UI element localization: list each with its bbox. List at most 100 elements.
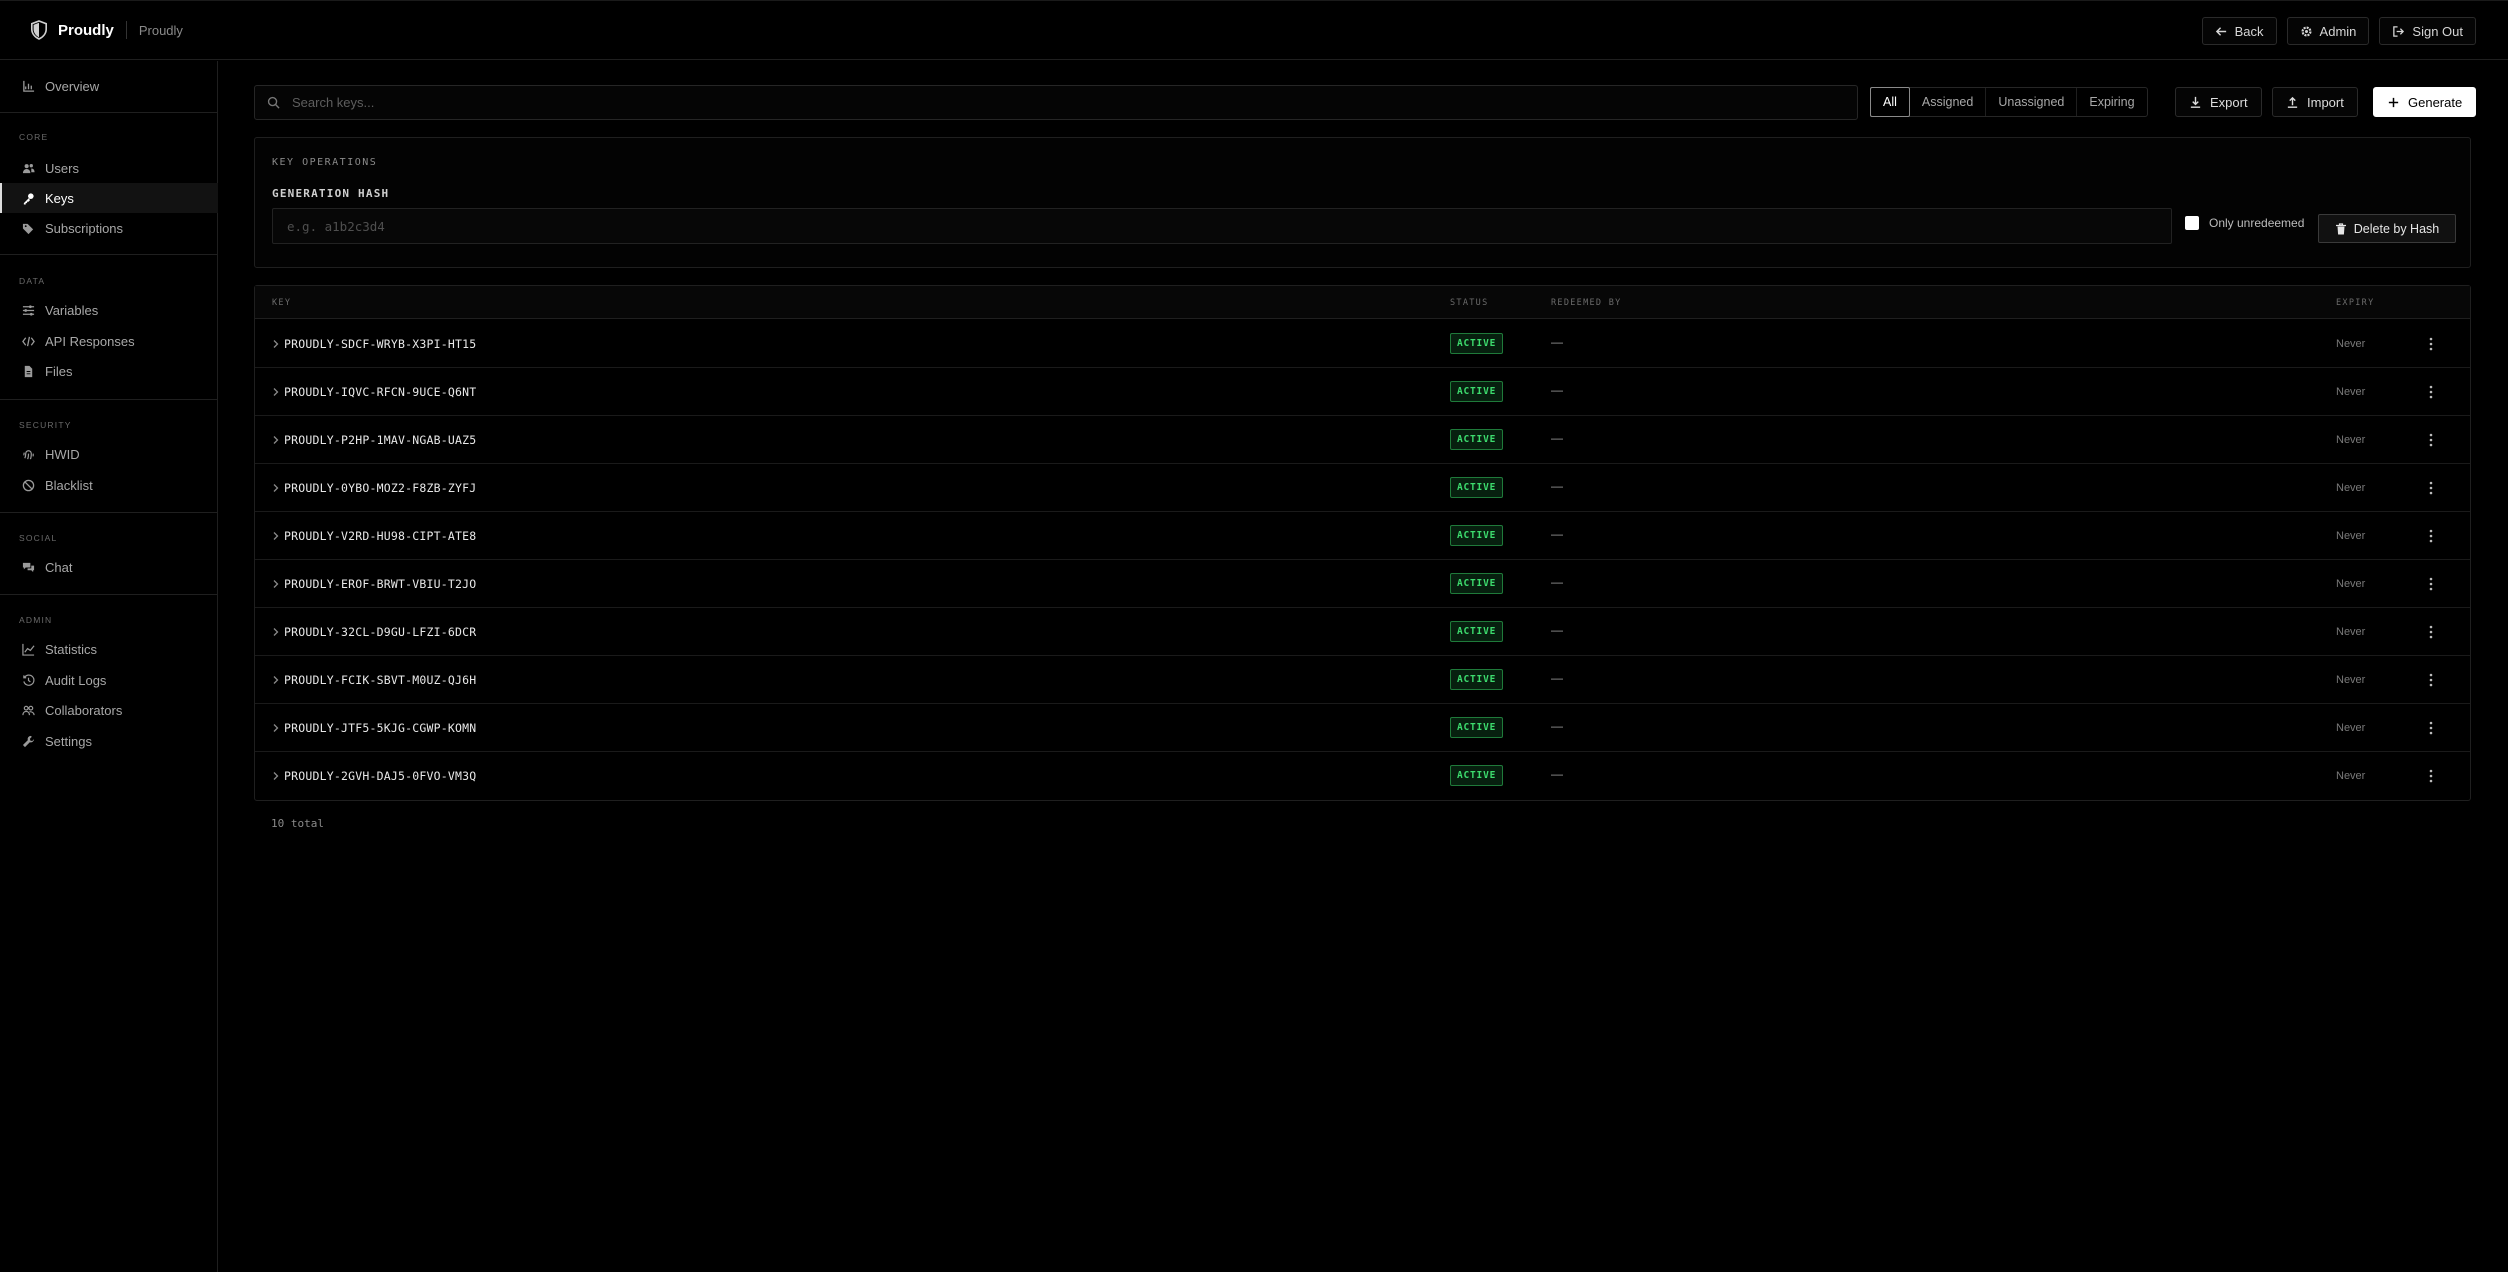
sign-out-icon xyxy=(2393,25,2405,37)
brand[interactable]: Proudly Proudly xyxy=(30,20,183,40)
table-row[interactable]: PROUDLY-FCIK-SBVT-M0UZ-QJ6H ACTIVE — Never xyxy=(255,656,2470,704)
sidebar-group-data: DATA xyxy=(19,276,46,286)
more-options-icon[interactable] xyxy=(2426,672,2436,688)
key-value[interactable]: PROUDLY-2GVH-DAJ5-0FVO-VM3Q xyxy=(284,769,476,783)
table-row[interactable]: PROUDLY-IQVC-RFCN-9UCE-Q6NT ACTIVE — Never xyxy=(255,368,2470,416)
expiry-value: Never xyxy=(2336,386,2366,398)
chevron-right-icon[interactable] xyxy=(271,675,280,685)
key-value[interactable]: PROUDLY-0YBO-MOZ2-F8ZB-ZYFJ xyxy=(284,481,476,495)
back-label: Back xyxy=(2234,23,2264,39)
delete-by-hash-button[interactable]: Delete by Hash xyxy=(2318,214,2456,243)
generate-button[interactable]: Generate xyxy=(2373,87,2477,117)
status-badge: ACTIVE xyxy=(1450,381,1504,402)
filter-assigned[interactable]: Assigned xyxy=(1910,88,1987,116)
admin-button[interactable]: Admin xyxy=(2286,17,2370,45)
sign-out-button[interactable]: Sign Out xyxy=(2379,17,2476,45)
more-options-icon[interactable] xyxy=(2426,768,2436,784)
key-value[interactable]: PROUDLY-FCIK-SBVT-M0UZ-QJ6H xyxy=(284,673,476,687)
sidebar-item-label: Keys xyxy=(45,190,74,206)
more-options-icon[interactable] xyxy=(2426,432,2436,448)
brand-divider xyxy=(125,21,127,39)
search-bar[interactable] xyxy=(254,85,1858,120)
table-row[interactable]: PROUDLY-EROF-BRWT-VBIU-T2JO ACTIVE — Never xyxy=(255,560,2470,608)
redeemed-by-value: — xyxy=(1551,479,1563,493)
column-header-redeemed-by: REDEEMED BY xyxy=(1551,298,1622,308)
more-options-icon[interactable] xyxy=(2426,480,2436,496)
export-button[interactable]: Export xyxy=(2175,87,2262,117)
chevron-right-icon[interactable] xyxy=(271,723,280,733)
sidebar-item-settings[interactable]: Settings xyxy=(0,726,218,756)
redeemed-by-value: — xyxy=(1551,431,1563,445)
chevron-right-icon[interactable] xyxy=(271,483,280,493)
search-input[interactable] xyxy=(292,95,1792,110)
collaborators-icon xyxy=(22,705,35,715)
sidebar-item-audit-logs[interactable]: Audit Logs xyxy=(0,665,218,695)
fingerprint-icon xyxy=(23,449,34,459)
more-options-icon[interactable] xyxy=(2426,576,2436,592)
key-value[interactable]: PROUDLY-EROF-BRWT-VBIU-T2JO xyxy=(284,577,476,591)
sidebar-divider xyxy=(0,594,218,595)
sidebar-item-api-responses[interactable]: API Responses xyxy=(0,326,218,356)
sidebar-item-blacklist[interactable]: Blacklist xyxy=(0,470,218,500)
key-value[interactable]: PROUDLY-32CL-D9GU-LFZI-6DCR xyxy=(284,625,476,639)
table-row[interactable]: PROUDLY-32CL-D9GU-LFZI-6DCR ACTIVE — Never xyxy=(255,608,2470,656)
filter-expiring[interactable]: Expiring xyxy=(2077,88,2146,116)
chevron-right-icon[interactable] xyxy=(271,771,280,781)
sidebar-item-label: Chat xyxy=(45,559,73,575)
sidebar-item-keys[interactable]: Keys xyxy=(0,183,218,213)
sidebar-item-users[interactable]: Users xyxy=(0,153,218,183)
sidebar-item-chat[interactable]: Chat xyxy=(0,552,218,582)
more-options-icon[interactable] xyxy=(2426,384,2436,400)
filter-unassigned[interactable]: Unassigned xyxy=(1986,88,2078,116)
chevron-right-icon[interactable] xyxy=(271,579,280,589)
generation-hash-input[interactable] xyxy=(272,208,2172,244)
key-value[interactable]: PROUDLY-P2HP-1MAV-NGAB-UAZ5 xyxy=(284,433,476,447)
table-row[interactable]: PROUDLY-0YBO-MOZ2-F8ZB-ZYFJ ACTIVE — Never xyxy=(255,464,2470,512)
sidebar-item-statistics[interactable]: Statistics xyxy=(0,634,218,664)
more-options-icon[interactable] xyxy=(2426,528,2436,544)
chevron-right-icon[interactable] xyxy=(271,339,280,349)
sidebar-item-subscriptions[interactable]: Subscriptions xyxy=(0,213,218,243)
sidebar-item-collaborators[interactable]: Collaborators xyxy=(0,695,218,725)
tag-icon xyxy=(22,223,34,234)
redeemed-by-value: — xyxy=(1551,671,1563,685)
filter-all[interactable]: All xyxy=(1870,87,1910,117)
table-row[interactable]: PROUDLY-2GVH-DAJ5-0FVO-VM3Q ACTIVE — Never xyxy=(255,752,2470,800)
key-value[interactable]: PROUDLY-JTF5-5KJG-CGWP-KOMN xyxy=(284,721,476,735)
key-value[interactable]: PROUDLY-IQVC-RFCN-9UCE-Q6NT xyxy=(284,385,476,399)
chevron-right-icon[interactable] xyxy=(271,531,280,541)
key-value[interactable]: PROUDLY-SDCF-WRYB-X3PI-HT15 xyxy=(284,337,476,351)
status-badge: ACTIVE xyxy=(1450,573,1504,594)
more-options-icon[interactable] xyxy=(2426,624,2436,640)
sidebar-item-label: Blacklist xyxy=(45,477,93,493)
only-unredeemed-toggle[interactable]: Only unredeemed xyxy=(2185,216,2304,230)
table-row[interactable]: PROUDLY-P2HP-1MAV-NGAB-UAZ5 ACTIVE — Never xyxy=(255,416,2470,464)
table-row[interactable]: PROUDLY-SDCF-WRYB-X3PI-HT15 ACTIVE — Never xyxy=(255,320,2470,368)
table-row[interactable]: PROUDLY-V2RD-HU98-CIPT-ATE8 ACTIVE — Never xyxy=(255,512,2470,560)
only-unredeemed-checkbox[interactable] xyxy=(2185,216,2199,230)
status-badge: ACTIVE xyxy=(1450,621,1504,642)
more-options-icon[interactable] xyxy=(2426,720,2436,736)
import-button[interactable]: Import xyxy=(2272,87,2358,117)
status-badge: ACTIVE xyxy=(1450,765,1504,786)
status-badge: ACTIVE xyxy=(1450,429,1504,450)
chevron-right-icon[interactable] xyxy=(271,387,280,397)
sidebar-item-hwid[interactable]: HWID xyxy=(0,439,218,469)
sidebar-item-files[interactable]: Files xyxy=(0,356,218,386)
sidebar-item-label: Statistics xyxy=(45,641,98,657)
back-button[interactable]: Back xyxy=(2201,17,2277,45)
chevron-right-icon[interactable] xyxy=(271,435,280,445)
chevron-right-icon[interactable] xyxy=(271,627,280,637)
filter-tabs: All Assigned Unassigned Expiring xyxy=(1870,87,2148,117)
sliders-icon xyxy=(22,304,35,316)
sidebar-item-variables[interactable]: Variables xyxy=(0,295,218,325)
more-options-icon[interactable] xyxy=(2426,336,2436,352)
status-badge: ACTIVE xyxy=(1450,717,1504,738)
expiry-value: Never xyxy=(2336,626,2366,638)
sidebar-divider xyxy=(0,254,218,255)
sidebar-group-security: SECURITY xyxy=(19,420,72,430)
sidebar-item-overview[interactable]: Overview xyxy=(0,71,218,101)
table-row[interactable]: PROUDLY-JTF5-5KJG-CGWP-KOMN ACTIVE — Never xyxy=(255,704,2470,752)
key-value[interactable]: PROUDLY-V2RD-HU98-CIPT-ATE8 xyxy=(284,529,476,543)
users-icon xyxy=(22,163,35,173)
